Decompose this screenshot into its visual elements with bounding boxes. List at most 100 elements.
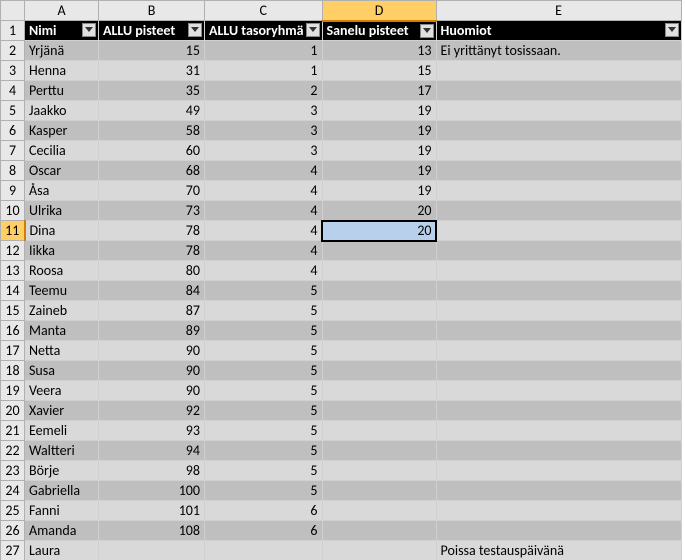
- cell-A7[interactable]: Cecilia: [25, 141, 99, 161]
- row-header-20[interactable]: 20: [1, 401, 25, 421]
- cell-C3[interactable]: 1: [205, 61, 323, 81]
- cell-D10[interactable]: 20: [322, 201, 436, 221]
- row-header-21[interactable]: 21: [1, 421, 25, 441]
- table-header-A[interactable]: Nimi: [25, 21, 99, 41]
- cell-D15[interactable]: [322, 301, 436, 321]
- row-header-12[interactable]: 12: [1, 241, 25, 261]
- column-header-B[interactable]: B: [99, 1, 205, 21]
- cell-A23[interactable]: Börje: [25, 461, 99, 481]
- cell-B23[interactable]: 98: [99, 461, 205, 481]
- cell-D11[interactable]: 20: [322, 221, 436, 241]
- cell-B25[interactable]: 101: [99, 501, 205, 521]
- cell-D23[interactable]: [322, 461, 436, 481]
- cell-A5[interactable]: Jaakko: [25, 101, 99, 121]
- cell-B8[interactable]: 68: [99, 161, 205, 181]
- cell-A24[interactable]: Gabriella: [25, 481, 99, 501]
- cell-C19[interactable]: 5: [205, 381, 323, 401]
- cell-A17[interactable]: Netta: [25, 341, 99, 361]
- cell-E21[interactable]: [436, 421, 681, 441]
- cell-A14[interactable]: Teemu: [25, 281, 99, 301]
- cell-D7[interactable]: 19: [322, 141, 436, 161]
- cell-B27[interactable]: [99, 541, 205, 560]
- cell-B10[interactable]: 73: [99, 201, 205, 221]
- cell-D2[interactable]: 13: [322, 41, 436, 61]
- cell-C23[interactable]: 5: [205, 461, 323, 481]
- filter-dropdown-icon[interactable]: [82, 23, 96, 37]
- cell-A19[interactable]: Veera: [25, 381, 99, 401]
- cell-A10[interactable]: Ulrika: [25, 201, 99, 221]
- cell-A15[interactable]: Zaineb: [25, 301, 99, 321]
- cell-E25[interactable]: [436, 501, 681, 521]
- filter-dropdown-icon[interactable]: [665, 23, 679, 37]
- cell-E27[interactable]: Poissa testauspäivänä: [436, 541, 681, 560]
- cell-B24[interactable]: 100: [99, 481, 205, 501]
- cell-B11[interactable]: 78: [99, 221, 205, 241]
- cell-C4[interactable]: 2: [205, 81, 323, 101]
- select-all-corner[interactable]: [1, 1, 25, 21]
- table-header-B[interactable]: ALLU pisteet: [99, 21, 205, 41]
- row-header-19[interactable]: 19: [1, 381, 25, 401]
- cell-A9[interactable]: Åsa: [25, 181, 99, 201]
- row-header-1[interactable]: 1: [1, 21, 25, 41]
- cell-E3[interactable]: [436, 61, 681, 81]
- cell-C24[interactable]: 5: [205, 481, 323, 501]
- cell-C9[interactable]: 4: [205, 181, 323, 201]
- cell-D14[interactable]: [322, 281, 436, 301]
- row-header-16[interactable]: 16: [1, 321, 25, 341]
- cell-B7[interactable]: 60: [99, 141, 205, 161]
- cell-E16[interactable]: [436, 321, 681, 341]
- cell-B15[interactable]: 87: [99, 301, 205, 321]
- column-header-E[interactable]: E: [436, 1, 681, 21]
- row-header-9[interactable]: 9: [1, 181, 25, 201]
- cell-D26[interactable]: [322, 521, 436, 541]
- cell-E20[interactable]: [436, 401, 681, 421]
- cell-A26[interactable]: Amanda: [25, 521, 99, 541]
- cell-B14[interactable]: 84: [99, 281, 205, 301]
- cell-C10[interactable]: 4: [205, 201, 323, 221]
- cell-E23[interactable]: [436, 461, 681, 481]
- cell-C5[interactable]: 3: [205, 101, 323, 121]
- cell-E26[interactable]: [436, 521, 681, 541]
- cell-A27[interactable]: Laura: [25, 541, 99, 560]
- row-header-18[interactable]: 18: [1, 361, 25, 381]
- filter-dropdown-icon[interactable]: [306, 23, 320, 37]
- cell-B13[interactable]: 80: [99, 261, 205, 281]
- cell-A25[interactable]: Fanni: [25, 501, 99, 521]
- row-header-2[interactable]: 2: [1, 41, 25, 61]
- cell-B26[interactable]: 108: [99, 521, 205, 541]
- cell-A22[interactable]: Waltteri: [25, 441, 99, 461]
- cell-B6[interactable]: 58: [99, 121, 205, 141]
- filter-dropdown-icon[interactable]: [420, 24, 434, 38]
- cell-C18[interactable]: 5: [205, 361, 323, 381]
- cell-D8[interactable]: 19: [322, 161, 436, 181]
- cell-C22[interactable]: 5: [205, 441, 323, 461]
- cell-B3[interactable]: 31: [99, 61, 205, 81]
- row-header-11[interactable]: 11: [1, 221, 25, 241]
- cell-C14[interactable]: 5: [205, 281, 323, 301]
- row-header-3[interactable]: 3: [1, 61, 25, 81]
- row-header-10[interactable]: 10: [1, 201, 25, 221]
- cell-D6[interactable]: 19: [322, 121, 436, 141]
- cell-A8[interactable]: Oscar: [25, 161, 99, 181]
- row-header-27[interactable]: 27: [1, 541, 25, 560]
- row-header-5[interactable]: 5: [1, 101, 25, 121]
- cell-A16[interactable]: Manta: [25, 321, 99, 341]
- cell-E5[interactable]: [436, 101, 681, 121]
- cell-A2[interactable]: Yrjänä: [25, 41, 99, 61]
- cell-C26[interactable]: 6: [205, 521, 323, 541]
- cell-E22[interactable]: [436, 441, 681, 461]
- cell-A11[interactable]: Dina: [25, 221, 99, 241]
- cell-B17[interactable]: 90: [99, 341, 205, 361]
- table-header-C[interactable]: ALLU tasoryhmä: [205, 21, 323, 41]
- cell-E18[interactable]: [436, 361, 681, 381]
- cell-E9[interactable]: [436, 181, 681, 201]
- cell-C13[interactable]: 4: [205, 261, 323, 281]
- cell-B20[interactable]: 92: [99, 401, 205, 421]
- cell-D16[interactable]: [322, 321, 436, 341]
- cell-C17[interactable]: 5: [205, 341, 323, 361]
- column-header-C[interactable]: C: [205, 1, 323, 21]
- column-header-A[interactable]: A: [25, 1, 99, 21]
- cell-B12[interactable]: 78: [99, 241, 205, 261]
- cell-B4[interactable]: 35: [99, 81, 205, 101]
- cell-B21[interactable]: 93: [99, 421, 205, 441]
